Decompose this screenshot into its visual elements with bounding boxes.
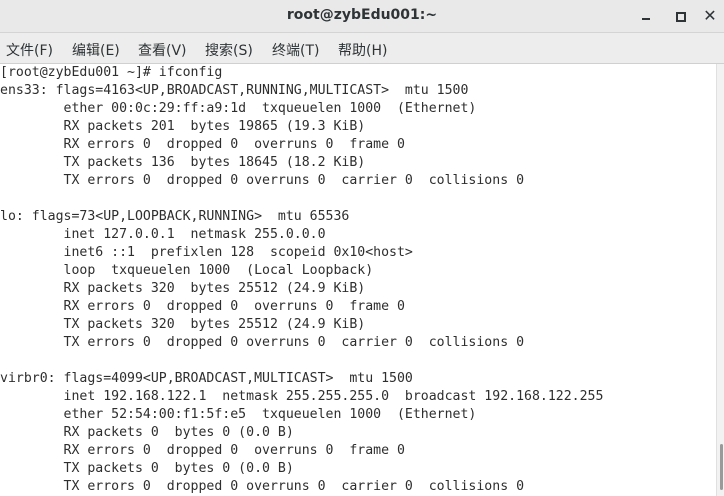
- terminal-line: RX errors 0 dropped 0 overruns 0 frame 0: [0, 137, 405, 152]
- menu-bar: 文件(F) 编辑(E) 查看(V) 搜索(S) 终端(T) 帮助(H): [0, 33, 724, 64]
- minimize-button[interactable]: [636, 6, 656, 26]
- maximize-icon: [676, 12, 686, 22]
- terminal-line: lo: flags=73<UP,LOOPBACK,RUNNING> mtu 65…: [0, 209, 350, 224]
- terminal-line: [root@zybEdu001 ~]# ifconfig: [0, 65, 223, 80]
- terminal-line: ens33: flags=4163<UP,BROADCAST,RUNNING,M…: [0, 83, 469, 98]
- close-icon: ✕: [703, 6, 717, 25]
- terminal-scrollbar[interactable]: [716, 64, 724, 496]
- terminal-line: TX packets 0 bytes 0 (0.0 B): [0, 461, 294, 476]
- terminal-output[interactable]: [root@zybEdu001 ~]# ifconfig ens33: flag…: [0, 64, 716, 496]
- close-button[interactable]: ✕: [700, 6, 720, 26]
- terminal-line: RX packets 201 bytes 19865 (19.3 KiB): [0, 119, 366, 134]
- terminal-window: root@zybEdu001:~ ✕ 文件(F) 编辑(E) 查看(V) 搜索(…: [0, 0, 724, 496]
- terminal-line: TX packets 320 bytes 25512 (24.9 KiB): [0, 317, 366, 332]
- terminal-line: TX errors 0 dropped 0 overruns 0 carrier…: [0, 173, 525, 188]
- terminal-line: ether 52:54:00:f1:5f:e5 txqueuelen 1000 …: [0, 407, 477, 422]
- menu-help[interactable]: 帮助(H): [338, 40, 387, 60]
- menu-edit[interactable]: 编辑(E): [72, 40, 120, 60]
- terminal-line: inet6 ::1 prefixlen 128 scopeid 0x10<hos…: [0, 245, 413, 260]
- terminal-line: TX errors 0 dropped 0 overruns 0 carrier…: [0, 335, 525, 350]
- terminal-line: virbr0: flags=4099<UP,BROADCAST,MULTICAS…: [0, 371, 413, 386]
- terminal-line: inet 192.168.122.1 netmask 255.255.255.0…: [0, 389, 604, 404]
- menu-terminal[interactable]: 终端(T): [272, 40, 319, 60]
- terminal-line: TX packets 136 bytes 18645 (18.2 KiB): [0, 155, 366, 170]
- menu-search[interactable]: 搜索(S): [205, 40, 253, 60]
- title-bar[interactable]: root@zybEdu001:~ ✕: [0, 0, 724, 33]
- terminal-line: RX packets 320 bytes 25512 (24.9 KiB): [0, 281, 366, 296]
- menu-file[interactable]: 文件(F): [6, 40, 53, 60]
- terminal-line: RX errors 0 dropped 0 overruns 0 frame 0: [0, 299, 405, 314]
- scrollbar-thumb[interactable]: [720, 444, 723, 490]
- terminal-line: loop txqueuelen 1000 (Local Loopback): [0, 263, 374, 278]
- terminal-line: ether 00:0c:29:ff:a9:1d txqueuelen 1000 …: [0, 101, 477, 116]
- terminal-line: RX errors 0 dropped 0 overruns 0 frame 0: [0, 443, 405, 458]
- terminal-line: inet 127.0.0.1 netmask 255.0.0.0: [0, 227, 326, 242]
- minimize-icon: [642, 18, 650, 20]
- window-title: root@zybEdu001:~: [286, 7, 438, 23]
- terminal-line: RX packets 0 bytes 0 (0.0 B): [0, 425, 294, 440]
- maximize-button[interactable]: [670, 6, 690, 26]
- menu-view[interactable]: 查看(V): [138, 40, 187, 60]
- terminal-line: TX errors 0 dropped 0 overruns 0 carrier…: [0, 479, 525, 494]
